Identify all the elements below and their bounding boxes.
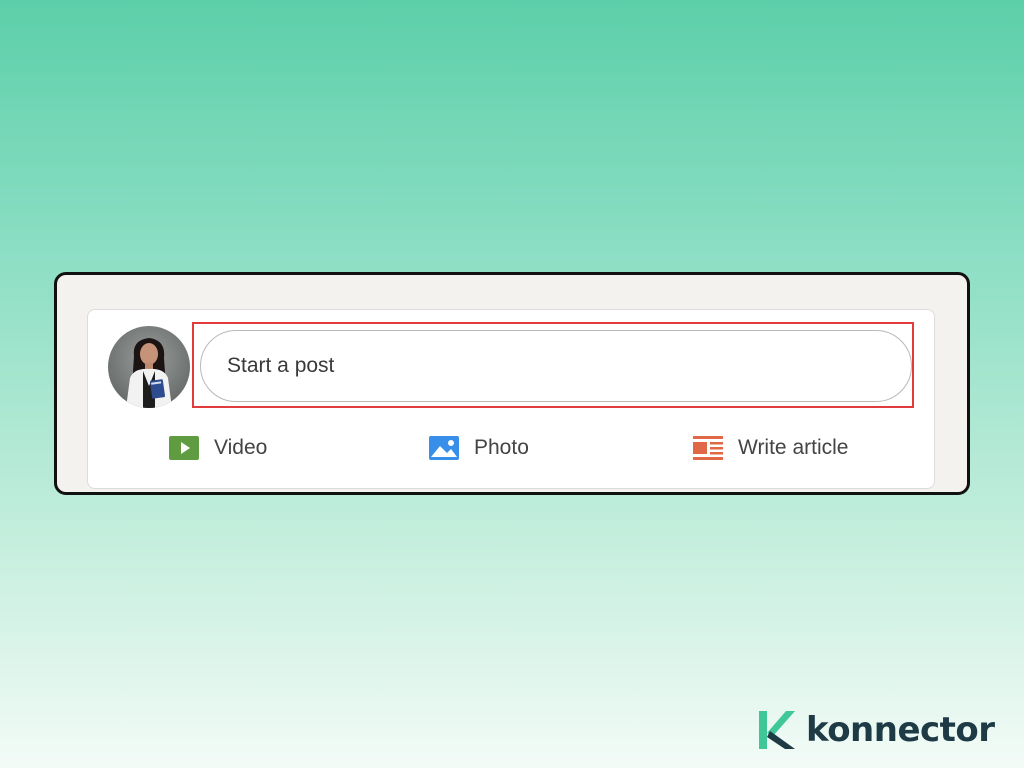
photo-label: Photo: [474, 436, 529, 459]
composer-actions: Video Photo Write article: [88, 428, 934, 468]
video-label: Video: [214, 436, 268, 459]
brand-wordmark: konnector: [806, 710, 995, 750]
write-article-button[interactable]: Write article: [692, 428, 848, 468]
avatar-image: [108, 326, 190, 408]
brand-k-icon: [756, 709, 796, 751]
photo-button[interactable]: Photo: [428, 428, 529, 468]
start-post-input[interactable]: Start a post: [200, 330, 912, 402]
brand-logo: konnector: [756, 706, 995, 754]
video-button[interactable]: Video: [168, 428, 267, 468]
video-icon: [168, 435, 200, 461]
avatar[interactable]: [108, 326, 190, 408]
article-icon: [692, 435, 724, 461]
post-composer-card: Start a post Video Photo Write article: [87, 309, 935, 489]
write-article-label: Write article: [738, 436, 849, 459]
post-composer-frame: Start a post Video Photo Write article: [54, 272, 970, 495]
start-post-highlight: Start a post: [192, 322, 914, 408]
photo-icon: [428, 435, 460, 461]
